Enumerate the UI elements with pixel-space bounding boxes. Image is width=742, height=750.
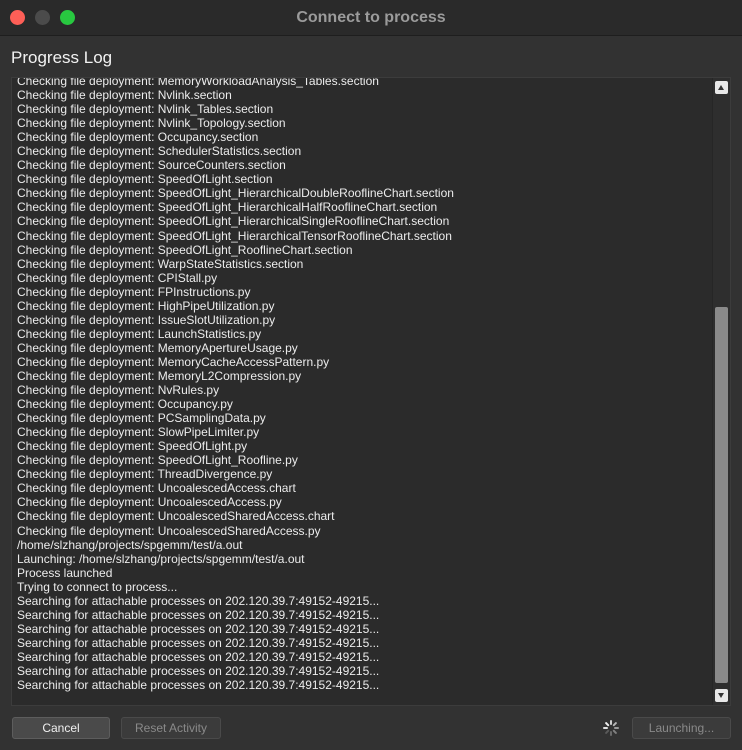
log-line: Checking file deployment: SpeedOfLight.p… xyxy=(17,439,248,454)
scroll-thumb[interactable] xyxy=(715,307,728,683)
log-line: Checking file deployment: UncoalescedAcc… xyxy=(17,495,282,510)
log-line: Checking file deployment: NvRules.py xyxy=(17,383,220,398)
log-line: Checking file deployment: SpeedOfLight_R… xyxy=(17,242,353,257)
progress-log-panel[interactable]: Checking file deployment: MemoryWorkload… xyxy=(11,77,731,706)
log-line: Checking file deployment: MemoryCacheAcc… xyxy=(17,354,330,369)
log-line: Checking file deployment: UncoalescedSha… xyxy=(17,523,321,538)
window-title: Connect to process xyxy=(296,9,446,26)
log-line: Checking file deployment: SchedulerStati… xyxy=(17,144,302,159)
log-scrollbar[interactable] xyxy=(712,78,730,705)
log-line: Checking file deployment: HighPipeUtiliz… xyxy=(17,298,275,313)
log-line: Trying to connect to process... xyxy=(17,579,178,594)
log-line: Checking file deployment: UncoalescedAcc… xyxy=(17,481,296,496)
log-line: Searching for attachable processes on 20… xyxy=(17,593,380,608)
log-lines: Checking file deployment: MemoryWorkload… xyxy=(17,77,712,693)
log-line: Checking file deployment: MemoryAperture… xyxy=(17,340,298,355)
log-line: Checking file deployment: SpeedOfLight.s… xyxy=(17,172,273,187)
log-line: Searching for attachable processes on 20… xyxy=(17,607,380,622)
log-line: Searching for attachable processes on 20… xyxy=(17,621,380,636)
log-line: Checking file deployment: SlowPipeLimite… xyxy=(17,425,260,440)
cancel-button[interactable]: Cancel xyxy=(12,717,110,739)
title-bar: Connect to process xyxy=(0,0,742,36)
log-line: Checking file deployment: CPIStall.py xyxy=(17,270,218,285)
log-line: Searching for attachable processes on 20… xyxy=(17,649,380,664)
log-line: Checking file deployment: MemoryWorkload… xyxy=(17,77,379,88)
log-line: Checking file deployment: WarpStateStati… xyxy=(17,256,304,271)
log-line: Checking file deployment: PCSamplingData… xyxy=(17,411,266,426)
log-line: Launching: /home/slzhang/projects/spgemm… xyxy=(17,551,305,566)
log-line: Checking file deployment: SourceCounters… xyxy=(17,158,286,173)
scroll-down-arrow-icon[interactable] xyxy=(715,689,728,702)
scroll-track[interactable] xyxy=(715,97,728,686)
log-line: Checking file deployment: IssueSlotUtili… xyxy=(17,312,276,327)
log-line: Checking file deployment: SpeedOfLight_H… xyxy=(17,200,438,215)
log-line: Checking file deployment: SpeedOfLight_H… xyxy=(17,214,450,229)
log-line: Checking file deployment: FPInstructions… xyxy=(17,284,251,299)
log-line: Searching for attachable processes on 20… xyxy=(17,678,380,693)
log-line: Checking file deployment: Occupancy.py xyxy=(17,397,233,412)
log-line: Searching for attachable processes on 20… xyxy=(17,663,380,678)
log-line: Checking file deployment: Nvlink_Topolog… xyxy=(17,116,286,131)
loading-spinner-icon xyxy=(603,720,619,736)
log-line: Checking file deployment: Nvlink.section xyxy=(17,88,232,103)
scroll-up-arrow-icon[interactable] xyxy=(715,81,728,94)
log-line: Checking file deployment: LaunchStatisti… xyxy=(17,326,262,341)
launching-button[interactable]: Launching... xyxy=(632,717,731,739)
log-line: Checking file deployment: SpeedOfLight_R… xyxy=(17,453,298,468)
log-line: Checking file deployment: MemoryL2Compre… xyxy=(17,368,302,383)
log-line: Checking file deployment: Nvlink_Tables.… xyxy=(17,102,274,117)
log-line: Checking file deployment: ThreadDivergen… xyxy=(17,467,273,482)
log-line: Checking file deployment: Occupancy.sect… xyxy=(17,130,259,145)
log-line: Checking file deployment: SpeedOfLight_H… xyxy=(17,186,454,201)
section-title: Progress Log xyxy=(11,48,113,67)
log-line: Checking file deployment: SpeedOfLight_H… xyxy=(17,228,452,243)
log-line: Checking file deployment: UncoalescedSha… xyxy=(17,509,335,524)
reset-activity-button[interactable]: Reset Activity xyxy=(121,717,221,739)
log-line: Process launched xyxy=(17,565,113,580)
log-line: /home/slzhang/projects/spgemm/test/a.out xyxy=(17,537,243,552)
log-line: Searching for attachable processes on 20… xyxy=(17,635,380,650)
